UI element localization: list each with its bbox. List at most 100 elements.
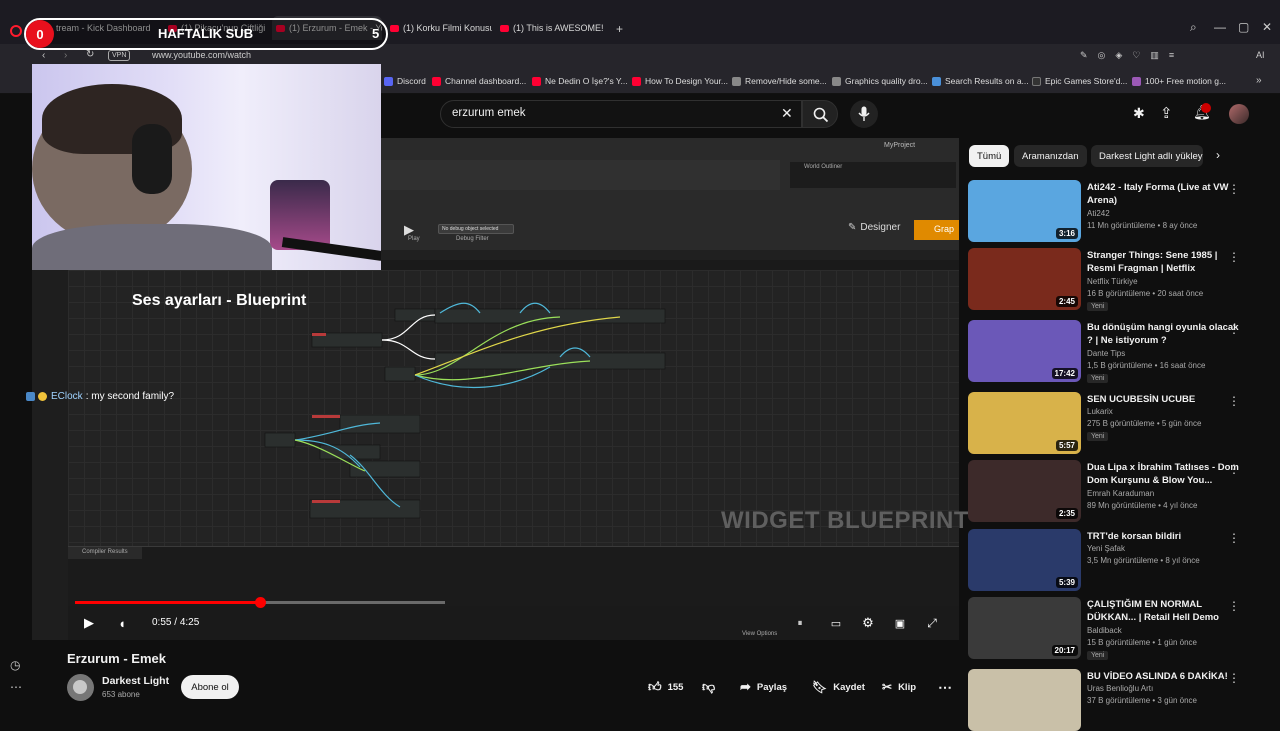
video-thumbnail[interactable]: 17:42: [968, 320, 1081, 382]
video-title[interactable]: SEN UCUBESİN UCUBE: [1087, 393, 1239, 406]
video-title[interactable]: Dua Lipa x İbrahim Tatlıses - Dom Dom Ku…: [1087, 461, 1239, 487]
share-button[interactable]: ➦ Paylaş: [740, 675, 787, 699]
video-channel[interactable]: Baldiback: [1087, 626, 1122, 635]
channel-name[interactable]: Darkest Light: [102, 675, 169, 687]
play-button[interactable]: ▶: [80, 614, 98, 632]
bookmark-channel-dashboard[interactable]: Channel dashboard...: [432, 76, 526, 86]
subscribe-button[interactable]: Abone ol: [181, 675, 239, 699]
duration: 4:25: [179, 617, 200, 628]
settings-gear-icon[interactable]: ⚙︎: [859, 614, 877, 632]
bookmarks-overflow-icon[interactable]: »: [1256, 75, 1262, 86]
video-thumbnail[interactable]: 20:17: [968, 597, 1081, 659]
node-header: [312, 333, 326, 336]
video-channel[interactable]: Netflix Türkiye: [1087, 277, 1138, 286]
bookmark-how-to-design[interactable]: How To Design Your...: [632, 76, 728, 86]
video-title[interactable]: TRT'de korsan bildiri: [1087, 530, 1239, 543]
video-title[interactable]: Bu dönüşüm hangi oyunla olacak ? | Ne is…: [1087, 321, 1239, 347]
video-title[interactable]: ÇALIŞTIĞIM EN NORMAL DÜKKAN... | Retail …: [1087, 598, 1239, 624]
autoplay-toggle[interactable]: ⏸︎: [791, 614, 809, 632]
video-menu-icon[interactable]: ⋮: [1228, 462, 1240, 476]
video-thumbnail[interactable]: 2:35: [968, 460, 1081, 522]
back-icon[interactable]: ‹: [42, 50, 45, 61]
history-icon[interactable]: ◷: [10, 658, 20, 672]
new-tab-button[interactable]: +: [616, 22, 623, 36]
reload-icon[interactable]: ↻: [86, 49, 94, 60]
ai-button[interactable]: AI: [1256, 50, 1265, 60]
widget-blueprint-watermark: WIDGET BLUEPRINT: [721, 507, 969, 534]
close-window-button[interactable]: ✕: [1262, 20, 1272, 34]
video-title[interactable]: Ati242 - Italy Forma (Live at VW Arena): [1087, 181, 1239, 207]
unreal-tab-strip: [380, 250, 959, 260]
fullscreen-icon[interactable]: ⤢: [923, 614, 941, 632]
video-menu-icon[interactable]: ⋮: [1228, 182, 1240, 196]
bookmark-epic-games[interactable]: Epic Games Store'd...: [1032, 76, 1127, 86]
voice-search-button[interactable]: [850, 100, 878, 128]
recommended-video[interactable]: BU VİDEO ASLINDA 6 DAKİKA! Uras Benlioğlu…: [968, 669, 1268, 731]
video-channel[interactable]: Emrah Karaduman: [1087, 489, 1154, 498]
video-channel[interactable]: Lukarix: [1087, 407, 1113, 416]
chip-all[interactable]: Tümü: [969, 145, 1010, 167]
recommended-video[interactable]: 17:42 Bu dönüşüm hangi oyunla olacak ? | …: [968, 320, 1268, 383]
video-channel[interactable]: Uras Benlioğlu Artı: [1087, 684, 1153, 693]
video-title[interactable]: BU VİDEO ASLINDA 6 DAKİKA!: [1087, 670, 1239, 683]
dislike-button[interactable]: 👎︎: [702, 675, 715, 699]
recommended-video[interactable]: 20:17 ÇALIŞTIĞIM EN NORMAL DÜKKAN... | Re…: [968, 597, 1268, 660]
opera-logo-icon[interactable]: [10, 25, 22, 37]
video-channel[interactable]: Yeni Şafak: [1087, 544, 1125, 553]
video-menu-icon[interactable]: ⋮: [1228, 250, 1240, 264]
video-title[interactable]: Stranger Things: Sene 1985 | Resmi Fragm…: [1087, 249, 1239, 275]
blueprint-node: [264, 432, 296, 448]
create-icon[interactable]: ✱: [1133, 105, 1145, 122]
search-input[interactable]: erzurum emek: [452, 107, 526, 119]
recommended-video[interactable]: 3:16 Ati242 - Italy Forma (Live at VW Are…: [968, 180, 1268, 242]
video-channel[interactable]: Dante Tips: [1087, 349, 1125, 358]
video-progress-knob[interactable]: [255, 597, 266, 608]
upload-icon[interactable]: ⇪: [1160, 104, 1173, 122]
recommended-video[interactable]: 2:45 Stranger Things: Sene 1985 | Resmi F…: [968, 248, 1268, 311]
recommended-video[interactable]: 5:57 SEN UCUBESİN UCUBE Lukarix 275 B görün…: [968, 392, 1268, 454]
bookmark-ne-dedin[interactable]: Ne Dedin O İşe?'s Y...: [532, 76, 628, 86]
clear-search-icon[interactable]: ✕: [781, 105, 793, 122]
volume-icon[interactable]: ◖: [113, 614, 131, 632]
search-button[interactable]: [802, 100, 838, 128]
minimize-button[interactable]: —: [1214, 20, 1226, 34]
save-button[interactable]: 🔖︎ Kaydet: [812, 675, 865, 699]
video-menu-icon[interactable]: ⋮: [1228, 531, 1240, 545]
bookmark-remove-hide[interactable]: Remove/Hide some...: [732, 76, 827, 86]
video-thumbnail[interactable]: 5:39: [968, 529, 1081, 591]
chip-from-search[interactable]: Aramanızdan: [1014, 145, 1087, 167]
clip-button[interactable]: ✂ Klip: [882, 675, 916, 699]
video-thumbnail[interactable]: 3:16: [968, 180, 1081, 242]
bookmark-discord[interactable]: Discord: [384, 76, 426, 86]
video-menu-icon[interactable]: ⋮: [1228, 322, 1240, 336]
video-thumbnail[interactable]: 5:57: [968, 392, 1081, 454]
more-options-icon[interactable]: ⋯: [10, 680, 22, 694]
maximize-button[interactable]: ▢: [1238, 20, 1249, 34]
theater-mode-icon[interactable]: ▣: [891, 614, 909, 632]
more-actions-button[interactable]: ⋯: [938, 675, 952, 699]
video-thumbnail[interactable]: 2:45: [968, 248, 1081, 310]
vpn-badge[interactable]: VPN: [108, 50, 131, 61]
search-tabs-icon[interactable]: ⌕: [1190, 20, 1197, 35]
recommended-video[interactable]: 5:39 TRT'de korsan bildiri Yeni Şafak 3,5 M…: [968, 529, 1268, 591]
forward-icon[interactable]: ›: [64, 50, 67, 61]
chip-channel-uploads[interactable]: Darkest Light adlı yükley: [1091, 145, 1203, 167]
video-menu-icon[interactable]: ⋮: [1228, 671, 1240, 685]
url-field[interactable]: www.youtube.com/watch: [152, 50, 251, 60]
tab-korku-filmi[interactable]: (1) Korku Filmi Konusunda...: [386, 16, 492, 40]
channel-avatar[interactable]: [67, 674, 94, 701]
bookmark-motion-graphics[interactable]: 100+ Free motion g...: [1132, 76, 1226, 86]
like-button[interactable]: 👍︎ 155: [648, 675, 683, 699]
video-menu-icon[interactable]: ⋮: [1228, 394, 1240, 408]
tab-this-is-awesome[interactable]: (1) This is AWESOME! - You...: [496, 16, 606, 40]
bookmark-search-results[interactable]: Search Results on a...: [932, 76, 1029, 86]
subtitles-icon[interactable]: ▭: [827, 614, 845, 632]
bookmark-graphics-quality[interactable]: Graphics quality dro...: [832, 76, 928, 86]
account-avatar[interactable]: [1229, 104, 1249, 124]
video-menu-icon[interactable]: ⋮: [1228, 599, 1240, 613]
recommended-video[interactable]: 2:35 Dua Lipa x İbrahim Tatlıses - Dom Do…: [968, 460, 1268, 522]
chips-next-icon[interactable]: ›: [1216, 148, 1220, 162]
video-progress-bar[interactable]: [75, 597, 445, 608]
video-thumbnail[interactable]: [968, 669, 1081, 731]
video-channel[interactable]: Ati242: [1087, 209, 1110, 218]
